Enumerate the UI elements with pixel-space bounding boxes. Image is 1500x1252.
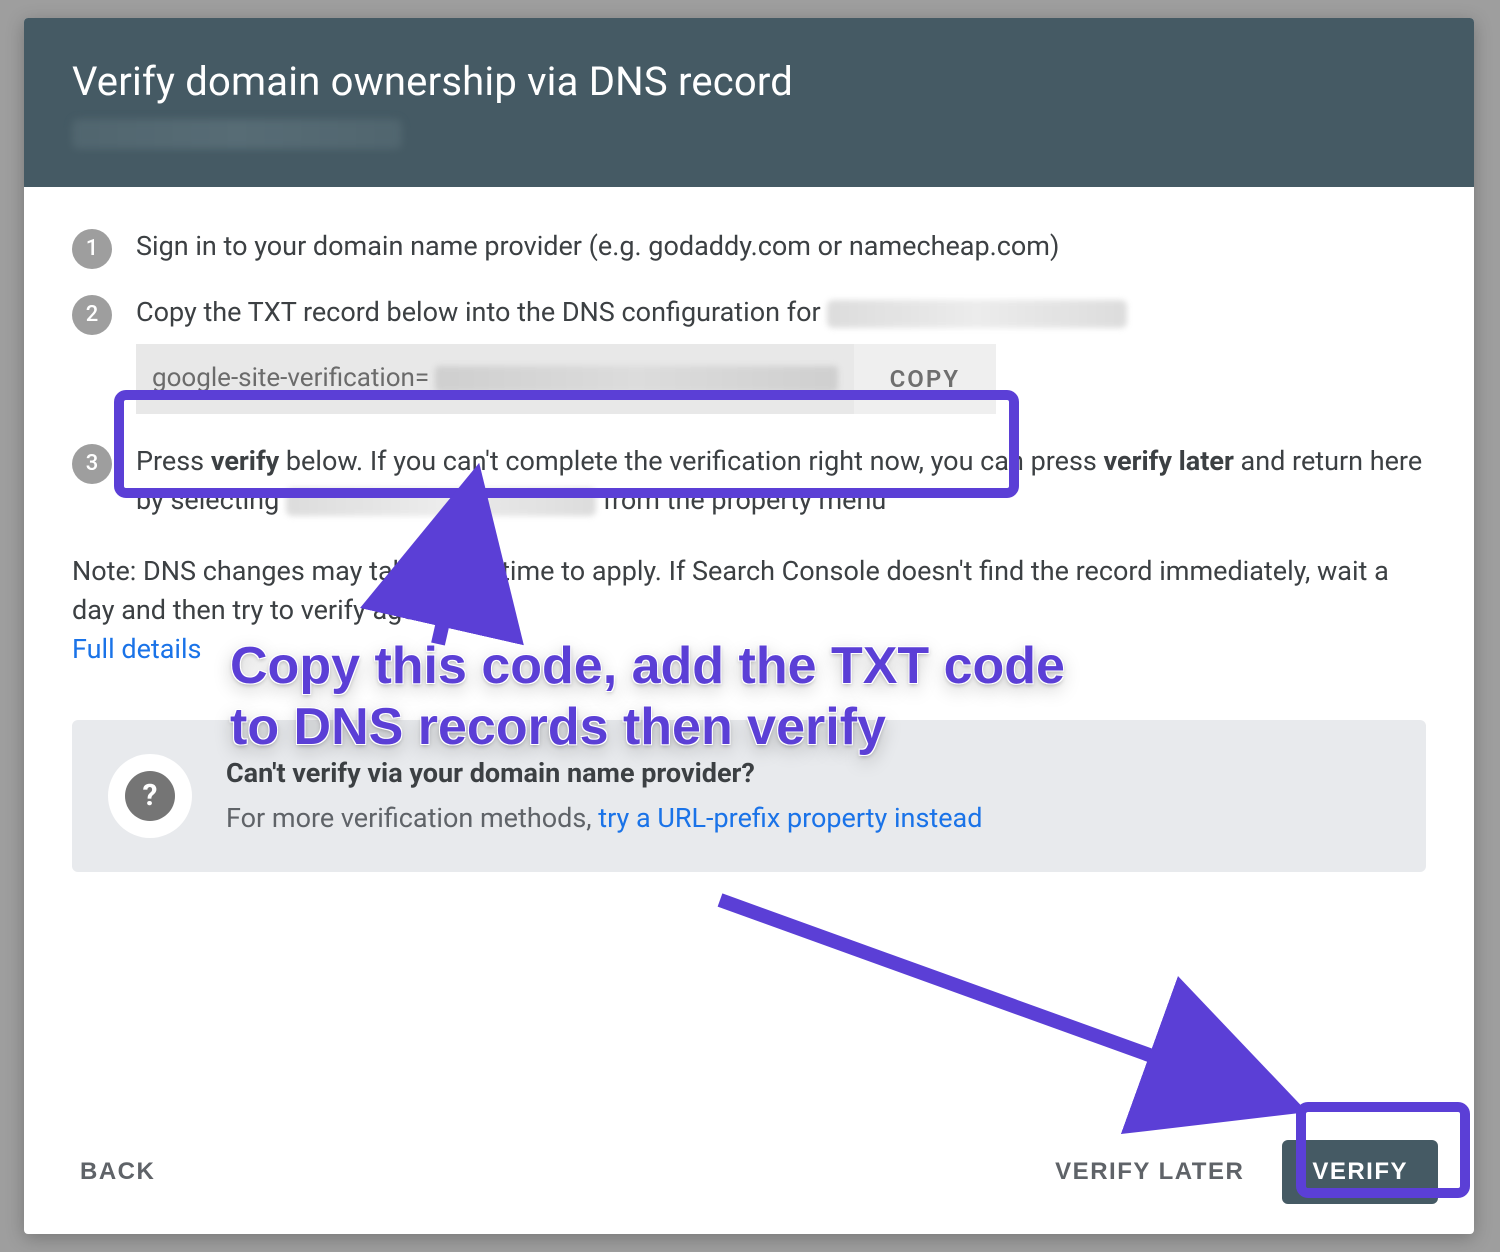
step-badge-1: 1 [72, 229, 112, 269]
step-1-text: Sign in to your domain name provider (e.… [136, 227, 1426, 266]
dns-note-text: Note: DNS changes may take some time to … [72, 552, 1426, 630]
copy-button[interactable]: COPY [854, 344, 996, 414]
step-badge-2: 2 [72, 295, 112, 335]
step-3: 3 Press verify below. If you can't compl… [72, 442, 1426, 520]
verify-domain-dialog: Verify domain ownership via DNS record 1… [24, 18, 1474, 1234]
txt-record-value[interactable]: google-site-verification= [136, 344, 854, 414]
redacted-domain-inline-2 [286, 488, 596, 516]
step-1: 1 Sign in to your domain name provider (… [72, 227, 1426, 269]
dialog-header: Verify domain ownership via DNS record [24, 18, 1474, 187]
redacted-domain [72, 119, 402, 149]
redacted-token [435, 366, 837, 392]
txt-record-prefix: google-site-verification= [152, 360, 429, 398]
help-texts: Can't verify via your domain name provid… [226, 754, 1390, 838]
verify-later-button[interactable]: VERIFY LATER [1047, 1148, 1252, 1196]
verify-button[interactable]: VERIFY [1282, 1140, 1438, 1204]
redacted-domain-inline [827, 300, 1127, 328]
step-badge-3: 3 [72, 444, 112, 484]
help-title: Can't verify via your domain name provid… [226, 754, 1390, 793]
dialog-body: 1 Sign in to your domain name provider (… [24, 187, 1474, 1114]
full-details-link[interactable]: Full details [72, 630, 1426, 669]
help-panel: ? Can't verify via your domain name prov… [72, 720, 1426, 872]
step-3-text: Press verify below. If you can't complet… [136, 442, 1426, 520]
step-2-prefix: Copy the TXT record below into the DNS c… [136, 296, 827, 328]
txt-record-block: google-site-verification= COPY [136, 344, 996, 414]
back-button[interactable]: BACK [72, 1148, 163, 1196]
help-sub: For more verification methods, try a URL… [226, 799, 1390, 838]
dialog-title: Verify domain ownership via DNS record [72, 58, 1426, 105]
step-2-text: Copy the TXT record below into the DNS c… [136, 293, 1426, 418]
url-prefix-link[interactable]: try a URL-prefix property instead [598, 802, 982, 834]
help-icon-wrap: ? [108, 754, 192, 838]
dialog-actions: BACK VERIFY LATER VERIFY [24, 1114, 1474, 1234]
actions-right: VERIFY LATER VERIFY [1047, 1140, 1438, 1204]
step-2: 2 Copy the TXT record below into the DNS… [72, 293, 1426, 418]
help-icon: ? [125, 771, 175, 821]
dns-note: Note: DNS changes may take some time to … [72, 552, 1426, 669]
